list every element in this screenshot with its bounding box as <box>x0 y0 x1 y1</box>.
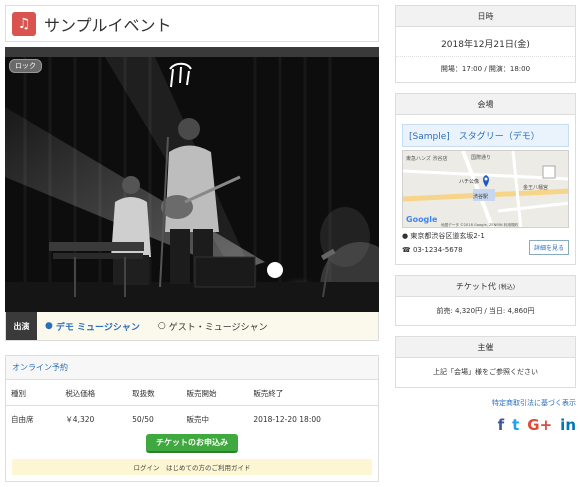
column-header: 種別 <box>6 380 61 406</box>
organizer-text: 上記「会場」様をご参照ください <box>433 368 538 376</box>
venue-info: ● 東京都渋谷区道玄坂2-1 ☎ 03-1234-5678 詳細を見る <box>396 228 575 264</box>
map-label: 金王八幡宮 <box>523 184 548 191</box>
main-column: ♫ サンプルイベント ロック 出演 ● デモ ミュージシャン ○ ゲスト・ミュー… <box>5 5 379 482</box>
performer-link[interactable]: ● デモ ミュージシャン <box>45 320 140 333</box>
legal-notice-link[interactable]: 特定商取引法に基づく表示 <box>395 398 576 408</box>
tax-note: (税込) <box>498 284 516 291</box>
venue-panel: 会場 [Sample] スタグリー（デモ） 東急ハンズ 渋谷店 国際通り ハチ公… <box>395 93 576 265</box>
booking-title: オンライン予約 <box>6 356 378 380</box>
person-icon: ● <box>45 321 53 331</box>
sidebar: 日時 2018年12月21日(金) 開場：17:00 / 開演：18:00 会場… <box>395 5 576 434</box>
venue-name-link[interactable]: [Sample] スタグリー（デモ） <box>402 124 569 147</box>
column-header: 税込価格 <box>60 380 128 406</box>
venue-address-row: ● 東京都渋谷区道玄坂2-1 <box>402 231 485 241</box>
sale-start: 販売中 <box>186 415 209 424</box>
column-header: 販売開始 <box>181 380 249 406</box>
google-plus-icon[interactable]: G+ <box>527 416 552 434</box>
map-label: 国際通り <box>471 154 491 161</box>
genre-badge[interactable]: ロック <box>9 59 42 73</box>
social-share: f t G+ in <box>395 416 576 434</box>
venue-address: 東京都渋谷区道玄坂2-1 <box>410 232 485 240</box>
organizer-panel: 主催 上記「会場」様をご参照ください <box>395 336 576 388</box>
person-outline-icon: ○ <box>157 321 166 331</box>
sale-end: 2018-12-20 18:00 <box>253 415 321 424</box>
ticket-type: 自由席 <box>11 415 34 424</box>
map-graphic: 東急ハンズ 渋谷店 国際通り ハチ公像 渋谷駅 金王八幡宮 Google 地図デ… <box>403 151 568 227</box>
event-times: 開場：17:00 / 開演：18:00 <box>440 65 531 73</box>
twitter-icon[interactable]: t <box>512 416 519 434</box>
ticket-price-title: チケット代 <box>455 282 496 291</box>
ticket-table: 種別 税込価格 取扱数 販売開始 販売終了 自由席 ￥4,320 50/50 販… <box>6 380 378 433</box>
performers-bar: 出演 ● デモ ミュージシャン ○ ゲスト・ミュージシャン <box>5 312 379 341</box>
map-pin-icon: ● <box>402 232 409 240</box>
table-header-row: 種別 税込価格 取扱数 販売開始 販売終了 <box>6 380 378 406</box>
performers-list: ● デモ ミュージシャン ○ ゲスト・ミュージシャン <box>37 312 378 340</box>
apply-ticket-button[interactable]: チケットのお申込み <box>146 434 238 453</box>
phone-icon: ☎ <box>402 246 411 254</box>
event-date: 2018年12月21日(金) <box>396 27 575 57</box>
venue-detail-button[interactable]: 詳細を見る <box>528 240 569 255</box>
venue-phone-row: ☎ 03-1234-5678 <box>402 246 485 254</box>
table-row: 自由席 ￥4,320 50/50 販売中 2018-12-20 18:00 <box>6 406 378 434</box>
venue-phone: 03-1234-5678 <box>412 246 463 254</box>
map-attribution: 地図データ ©2018 Google, ZENRIN 利用規約 <box>441 222 519 227</box>
ticket-price-text: 前売: 4,320円 / 当日: 4,860円 <box>436 307 535 315</box>
event-header: ♫ サンプルイベント <box>5 5 379 42</box>
organizer-heading: 主催 <box>396 337 575 358</box>
map-label: 渋谷駅 <box>473 193 488 200</box>
map-label: 東急ハンズ 渋谷店 <box>406 155 448 162</box>
ticket-price: ￥4,320 <box>65 415 95 424</box>
google-logo: Google <box>406 215 438 224</box>
performer-name: デモ ミュージシャン <box>55 322 140 333</box>
column-header: 販売終了 <box>248 380 378 406</box>
facebook-icon[interactable]: f <box>498 416 505 434</box>
music-note-icon: ♫ <box>12 11 36 36</box>
schedule-heading: 日時 <box>396 6 575 27</box>
ticket-price-panel: チケット代 (税込) 前売: 4,320円 / 当日: 4,860円 <box>395 275 576 326</box>
login-guide-bar[interactable]: ログイン はじめての方のご利用ガイド <box>12 459 372 475</box>
performer-item: ○ ゲスト・ミュージシャン <box>158 320 268 333</box>
ticket-price-heading: チケット代 (税込) <box>396 276 575 297</box>
linkedin-icon[interactable]: in <box>560 416 576 434</box>
map-label: ハチ公像 <box>459 178 479 185</box>
venue-map[interactable]: 東急ハンズ 渋谷店 国際通り ハチ公像 渋谷駅 金王八幡宮 Google 地図デ… <box>402 150 569 228</box>
event-title: サンプルイベント <box>44 15 172 35</box>
venue-heading: 会場 <box>396 94 575 115</box>
event-photo: ロック <box>5 47 379 312</box>
schedule-panel: 日時 2018年12月21日(金) 開場：17:00 / 開演：18:00 <box>395 5 576 83</box>
ticket-stock: 50/50 <box>132 415 154 424</box>
performer-name: ゲスト・ミュージシャン <box>168 322 268 333</box>
concert-image <box>5 57 379 312</box>
online-booking-panel: オンライン予約 種別 税込価格 取扱数 販売開始 販売終了 自由席 ￥4,320… <box>5 355 379 482</box>
performers-label: 出演 <box>6 312 37 340</box>
column-header: 取扱数 <box>127 380 182 406</box>
